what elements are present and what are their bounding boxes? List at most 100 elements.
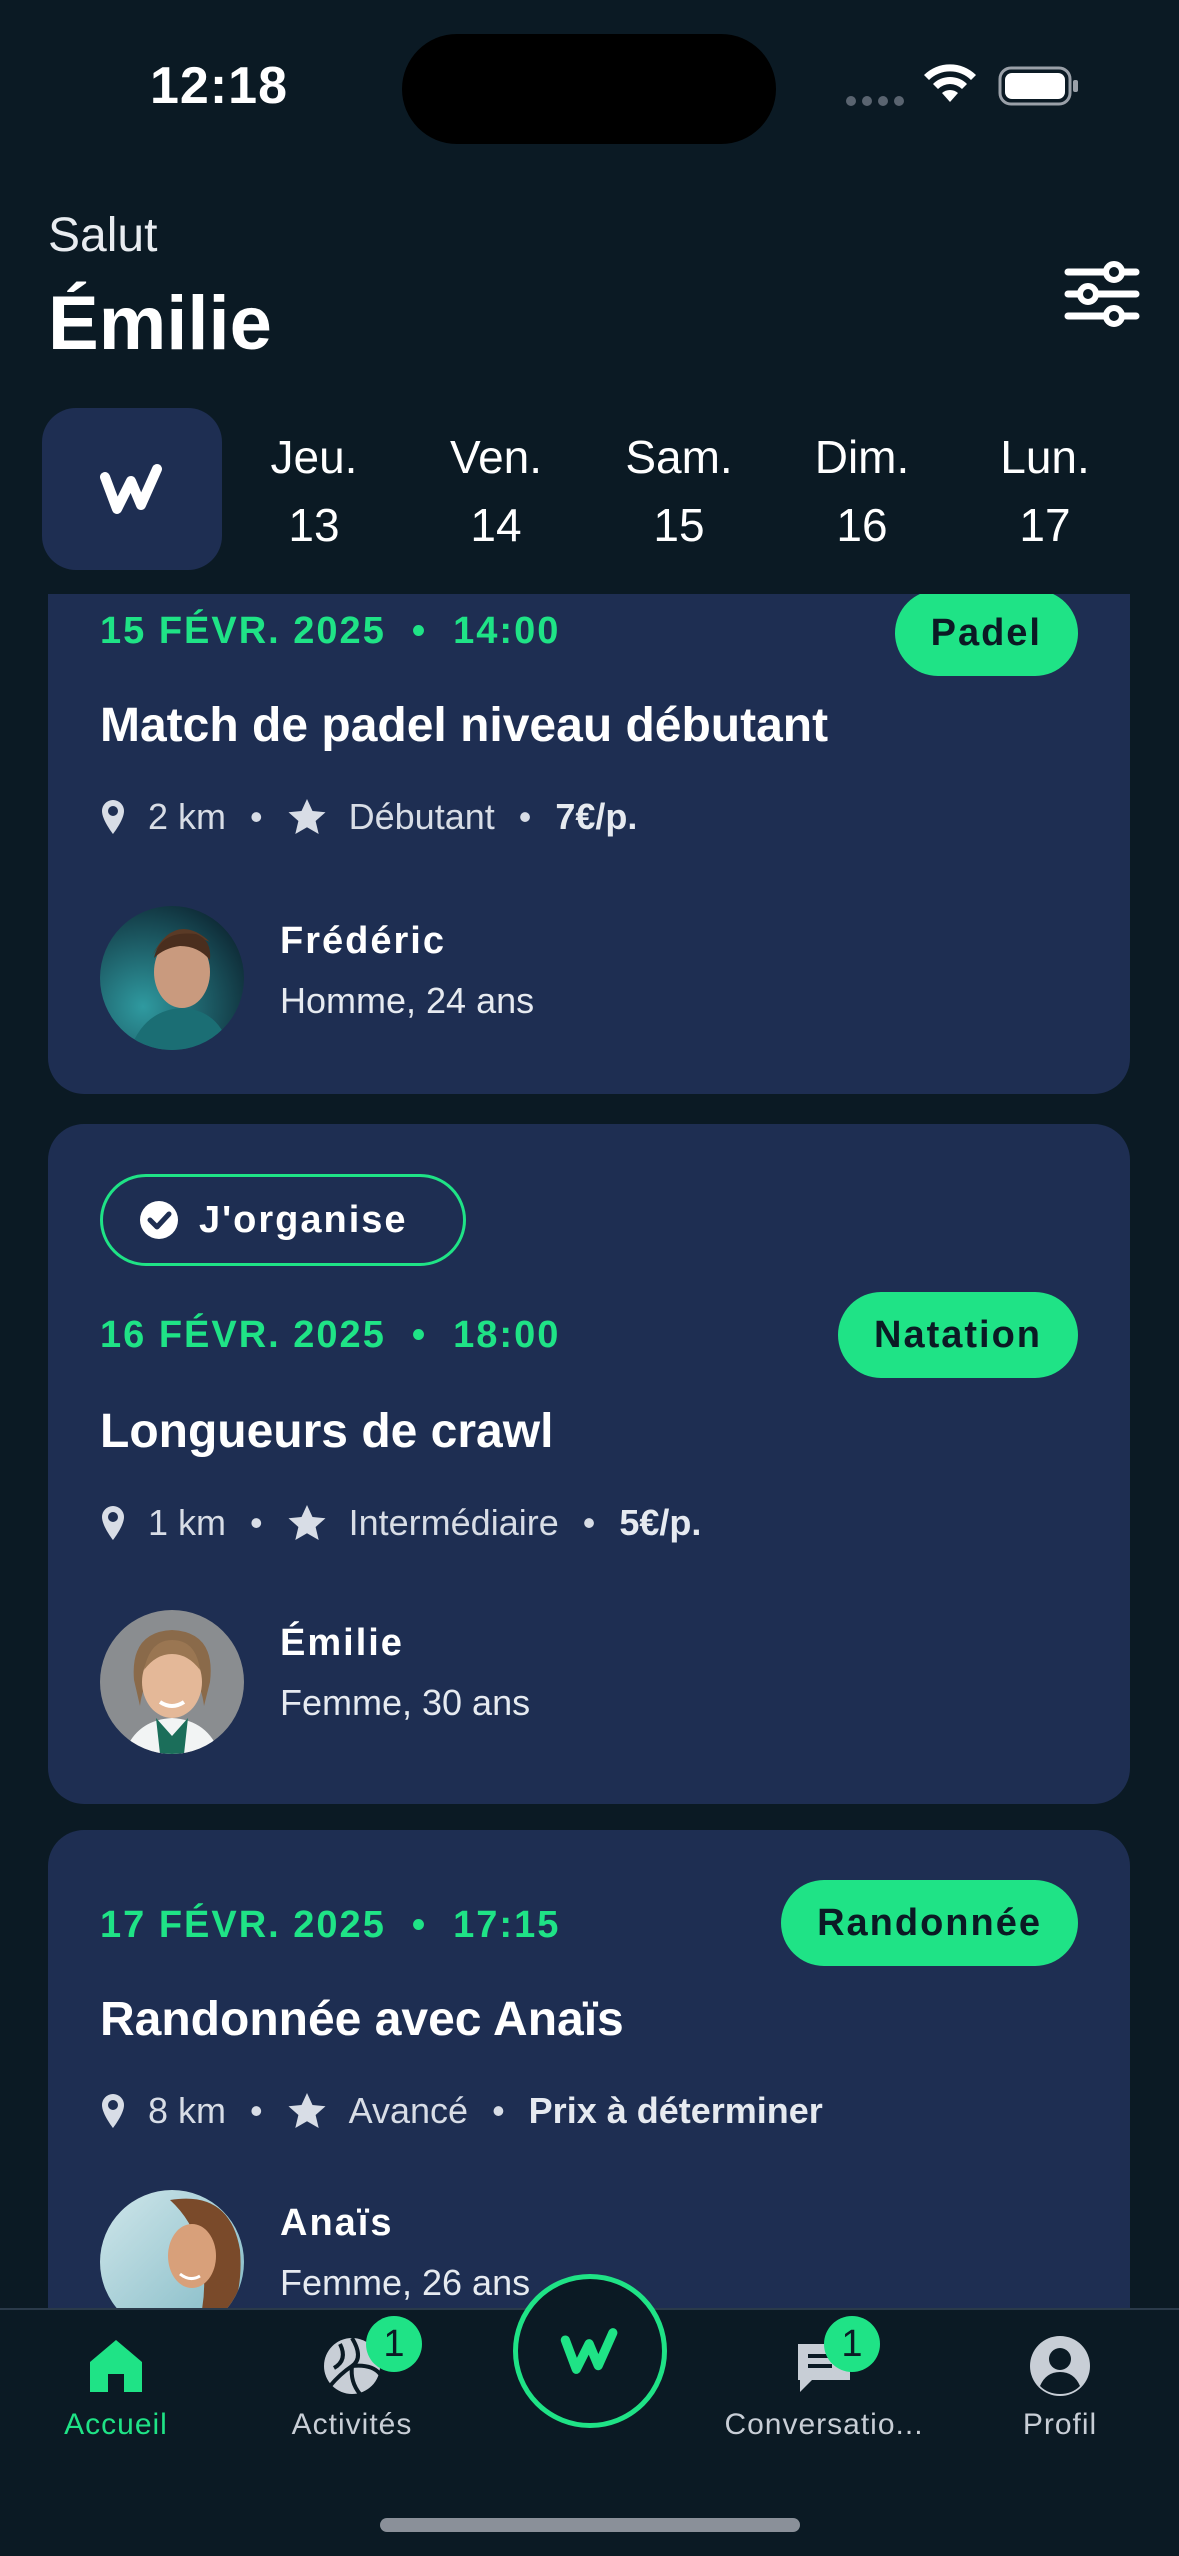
host-info: Femme, 26 ans xyxy=(280,2262,531,2303)
event-time: 14:00 xyxy=(453,610,561,652)
day-number: 17 xyxy=(1019,499,1071,551)
star-icon xyxy=(288,799,326,834)
meta-separator: • xyxy=(582,1502,596,1543)
day-name: Lun. xyxy=(1000,431,1090,483)
datetime-separator: • xyxy=(411,610,428,652)
organiser-chip: J'organise xyxy=(100,1174,466,1266)
host-avatar[interactable] xyxy=(100,2190,244,2308)
day-saturday[interactable]: Sam. 15 xyxy=(609,430,749,552)
event-level: Débutant xyxy=(348,796,495,837)
dynamic-island xyxy=(402,34,776,144)
notification-badge: 1 xyxy=(824,2316,880,2372)
event-meta: 2 km • Débutant • 7€/p. xyxy=(100,796,637,838)
event-date: 16 FÉVR. 2025 xyxy=(100,1314,386,1356)
event-date: 15 FÉVR. 2025 xyxy=(100,610,386,652)
tab-activites[interactable]: 1 Activités xyxy=(242,2310,462,2470)
event-distance: 8 km xyxy=(148,2090,227,2131)
tab-accueil[interactable]: Accueil xyxy=(6,2310,226,2470)
event-title: Randonnée avec Anaïs xyxy=(100,1993,624,2046)
tab-label: Accueil xyxy=(64,2408,168,2441)
event-price: 7€/p. xyxy=(555,796,638,837)
day-friday[interactable]: Ven. 14 xyxy=(426,430,566,552)
tab-label: Profil xyxy=(1022,2408,1098,2441)
event-datetime: 15 FÉVR. 2025 • 14:00 xyxy=(100,610,560,653)
day-number: 15 xyxy=(653,499,705,551)
event-distance: 2 km xyxy=(148,796,227,837)
host-name: Anaïs xyxy=(280,2202,394,2244)
date-selector: Jeu. 13 Ven. 14 Sam. 15 Dim. 16 Lun. 17 xyxy=(0,408,1179,570)
activity-card-padel[interactable]: 15 FÉVR. 2025 • 14:00 Padel Match de padel… xyxy=(48,594,1130,1094)
event-level: Intermédiaire xyxy=(348,1502,559,1543)
event-meta: 8 km • Avancé • Prix à déterminer xyxy=(100,2090,823,2132)
datetime-separator: • xyxy=(411,1904,428,1946)
meta-separator: • xyxy=(250,796,263,837)
day-thursday[interactable]: Jeu. 13 xyxy=(244,430,384,552)
all-dates-button[interactable] xyxy=(42,408,222,570)
meta-separator: • xyxy=(250,1502,263,1543)
check-circle-icon xyxy=(140,1201,178,1239)
host-name: Émilie xyxy=(280,1622,404,1664)
host-info: Femme, 30 ans xyxy=(280,1682,531,1723)
event-datetime: 16 FÉVR. 2025 • 18:00 xyxy=(100,1314,560,1357)
home-indicator xyxy=(380,2518,800,2532)
host-avatar[interactable] xyxy=(100,906,244,1050)
app-logo-icon xyxy=(560,2328,618,2374)
day-number: 13 xyxy=(288,499,340,551)
sliders-icon xyxy=(1064,261,1140,327)
day-name: Dim. xyxy=(814,431,910,483)
status-time: 12:18 xyxy=(150,57,288,115)
cellular-signal-icon xyxy=(846,96,904,106)
wifi-icon xyxy=(924,64,976,102)
meta-separator: • xyxy=(250,2090,263,2131)
day-monday[interactable]: Lun. 17 xyxy=(975,430,1115,552)
event-time: 18:00 xyxy=(453,1314,561,1356)
location-pin-icon xyxy=(102,2094,124,2128)
sport-tag: Natation xyxy=(838,1292,1078,1378)
event-datetime: 17 FÉVR. 2025 • 17:15 xyxy=(100,1904,560,1947)
activity-card-randonnee[interactable]: 17 FÉVR. 2025 • 17:15 Randonnée Randonnée … xyxy=(48,1830,1130,2308)
event-time: 17:15 xyxy=(453,1904,561,1946)
day-number: 14 xyxy=(470,499,522,551)
star-icon xyxy=(288,1505,326,1540)
tab-conversations[interactable]: 1 Conversatio... xyxy=(714,2310,934,2470)
host-avatar[interactable] xyxy=(100,1610,244,1754)
tab-label: Activités xyxy=(291,2408,413,2441)
day-number: 16 xyxy=(836,499,888,551)
day-name: Sam. xyxy=(625,431,733,483)
meta-separator: • xyxy=(492,2090,505,2131)
event-level: Avancé xyxy=(348,2090,469,2131)
day-sunday[interactable]: Dim. 16 xyxy=(792,430,932,552)
day-name: Jeu. xyxy=(270,431,358,483)
event-meta: 1 km • Intermédiaire • 5€/p. xyxy=(100,1502,701,1544)
meta-separator: • xyxy=(518,796,532,837)
filter-button[interactable] xyxy=(1062,258,1142,330)
create-activity-button[interactable] xyxy=(513,2274,667,2428)
event-date: 17 FÉVR. 2025 xyxy=(100,1904,386,1946)
organiser-label: J'organise xyxy=(199,1198,408,1241)
home-icon xyxy=(90,2340,142,2392)
notification-badge: 1 xyxy=(366,2316,422,2372)
host-info: Homme, 24 ans xyxy=(280,980,535,1021)
user-name: Émilie xyxy=(48,281,272,366)
datetime-separator: • xyxy=(411,1314,428,1356)
activity-card-natation[interactable]: J'organise 16 FÉVR. 2025 • 18:00 Natation … xyxy=(48,1124,1130,1804)
event-title: Match de padel niveau débutant xyxy=(100,699,829,752)
battery-icon xyxy=(998,66,1078,106)
greeting: Salut xyxy=(48,209,158,262)
tab-label: Conversatio... xyxy=(724,2408,924,2441)
location-pin-icon xyxy=(102,800,124,834)
status-bar: 12:18 xyxy=(0,0,1179,175)
star-icon xyxy=(288,2093,326,2128)
event-distance: 1 km xyxy=(148,1502,227,1543)
activity-feed[interactable]: 15 FÉVR. 2025 • 14:00 Padel Match de padel… xyxy=(0,594,1179,2308)
tab-profil[interactable]: Profil xyxy=(950,2310,1170,2470)
location-pin-icon xyxy=(102,1506,124,1540)
sport-tag: Padel xyxy=(894,594,1078,676)
sport-tag: Randonnée xyxy=(781,1880,1078,1966)
event-title: Longueurs de crawl xyxy=(100,1405,554,1458)
app-logo-icon xyxy=(100,464,162,514)
event-price: 5€/p. xyxy=(619,1502,702,1543)
host-name: Frédéric xyxy=(280,920,446,962)
event-price: Prix à déterminer xyxy=(528,2090,823,2131)
day-name: Ven. xyxy=(449,431,543,483)
